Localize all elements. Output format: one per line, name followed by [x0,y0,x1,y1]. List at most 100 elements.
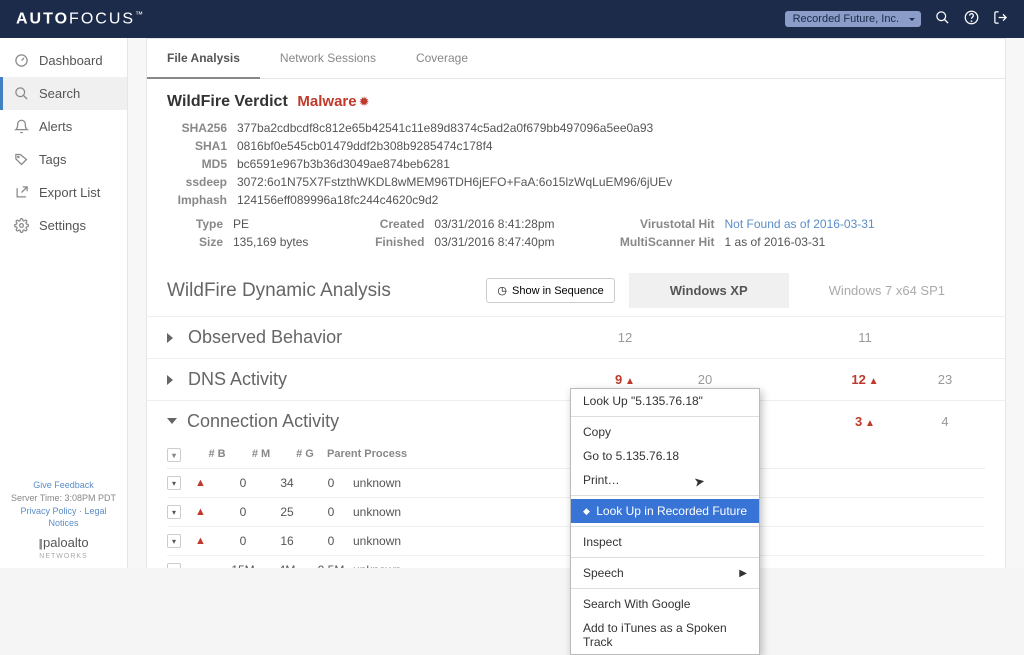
hash-label: SHA256 [167,121,227,135]
col-header: # B [195,448,239,462]
cell: unknown [353,534,493,548]
sidebar-item-tags[interactable]: Tags [0,143,127,176]
warning-icon: ▲ [195,477,211,489]
sidebar-item-alerts[interactable]: Alerts [0,110,127,143]
virustotal-link[interactable]: Not Found as of 2016-03-31 [725,217,875,231]
tab-coverage[interactable]: Coverage [396,39,488,78]
cell: 34 [265,476,309,490]
menu-copy[interactable]: Copy [571,420,759,444]
meta-label: Type [167,217,223,231]
cell: unknown [353,476,493,490]
count-warn: 12 [825,372,905,387]
verdict-label: WildFire Verdict [167,93,288,110]
os-tab-xp[interactable]: Windows XP [629,273,788,308]
os-tab-win7[interactable]: Windows 7 x64 SP1 [788,273,985,308]
sidebar-item-label: Settings [39,218,86,233]
dynamic-analysis-title: WildFire Dynamic Analysis [167,280,391,302]
chevron-right-icon: ▶ [739,568,747,579]
cell: 16 [265,534,309,548]
meta-value: 1 as of 2016-03-31 [725,235,826,249]
sidebar-item-export[interactable]: Export List [0,176,127,209]
hash-value: 124156eff089996a18fc244c4620c9d2 [237,193,438,207]
sidebar-item-search[interactable]: Search [0,77,127,110]
context-menu: Look Up "5.135.76.18" Copy Go to 5.135.7… [570,388,760,655]
caret-right-icon [167,375,178,385]
show-sequence-button[interactable]: ◷Show in Sequence [486,278,614,303]
hash-label: MD5 [167,157,227,171]
col-header: Parent Process [327,448,467,462]
sidebar-item-label: Search [39,86,80,101]
gauge-icon [14,53,29,68]
count: 12 [585,330,665,345]
warning-icon: ▲ [195,535,211,547]
count: 23 [905,372,985,387]
count-warn: 9 [585,372,665,387]
sidebar-footer: Give Feedback Server Time: 3:08PM PDT Pr… [0,469,127,568]
cell: 15M [221,563,265,568]
cell: 0 [309,476,353,490]
verdict-value: Malware [297,93,356,110]
privacy-link[interactable]: Privacy Policy [20,506,76,516]
cell: 0 [309,534,353,548]
menu-lookup[interactable]: Look Up "5.135.76.18" [571,389,759,413]
menu-inspect[interactable]: Inspect [571,530,759,554]
count: 4 [905,414,985,429]
cell: unknown [353,563,493,568]
meta-label: Size [167,235,223,249]
warning-icon: ▲ [195,506,211,518]
file-tabs: File Analysis Network Sessions Coverage [147,39,1005,79]
meta-label: Finished [368,235,424,249]
section-observed-behavior[interactable]: Observed Behavior1211 [147,317,1005,358]
menu-goto[interactable]: Go to 5.135.76.18 [571,444,759,468]
paloalto-logo: |||paloaltoNETWORKS [10,534,117,562]
sidebar-item-label: Tags [39,152,66,167]
hash-value: 0816bf0e545cb01479ddf2b308b9285474c178f4 [237,139,493,153]
sidebar-item-settings[interactable]: Settings [0,209,127,242]
tag-icon [14,152,29,167]
hash-value: bc6591e967b3b36d3049ae874beb6281 [237,157,450,171]
clock-icon: ◷ [497,284,507,297]
help-icon[interactable] [964,10,979,29]
meta-label: Created [368,217,424,231]
feedback-link[interactable]: Give Feedback [33,480,94,490]
expand-row[interactable]: ▾ [167,505,181,519]
org-selector[interactable]: Recorded Future, Inc. [785,11,921,27]
hash-label: ssdeep [167,175,227,189]
tab-network-sessions[interactable]: Network Sessions [260,39,396,78]
sidebar: Dashboard Search Alerts Tags Export List… [0,38,128,568]
expand-row[interactable]: ▾ [167,563,181,568]
malware-icon: ✹ [359,94,370,109]
tab-file-analysis[interactable]: File Analysis [147,39,260,79]
meta-value: PE [233,217,249,231]
sidebar-item-label: Dashboard [39,53,103,68]
menu-recorded-future[interactable]: ◆Look Up in Recorded Future [571,499,759,523]
topbar: AUTOFOCUS™ Recorded Future, Inc. [0,0,1024,38]
hash-label: Imphash [167,193,227,207]
menu-speech[interactable]: Speech▶ [571,561,759,585]
menu-itunes[interactable]: Add to iTunes as a Spoken Track [571,616,759,654]
meta-value: 03/31/2016 8:41:28pm [434,217,554,231]
caret-right-icon [167,333,178,343]
sidebar-item-label: Alerts [39,119,72,134]
col-header: # G [283,448,327,462]
meta-value: 03/31/2016 8:47:40pm [434,235,554,249]
cell: 0 [309,505,353,519]
menu-google[interactable]: Search With Google [571,592,759,616]
expand-row[interactable]: ▾ [167,534,181,548]
export-icon [14,185,29,200]
server-time: Server Time: 3:08PM PDT [11,493,116,503]
cell: unknown [353,505,493,519]
meta-label: MultiScanner Hit [615,235,715,249]
bell-icon [14,119,29,134]
search-icon[interactable] [935,10,950,29]
col-header: # M [239,448,283,462]
logout-icon[interactable] [993,10,1008,29]
sidebar-item-dashboard[interactable]: Dashboard [0,44,127,77]
cell: 0.5M [309,563,353,568]
menu-print[interactable]: Print… [571,468,759,492]
search-icon [14,86,29,101]
expand-row[interactable]: ▾ [167,476,181,490]
expand-all[interactable]: ▾ [167,448,181,462]
count: 11 [825,330,905,345]
cell: 0 [221,505,265,519]
